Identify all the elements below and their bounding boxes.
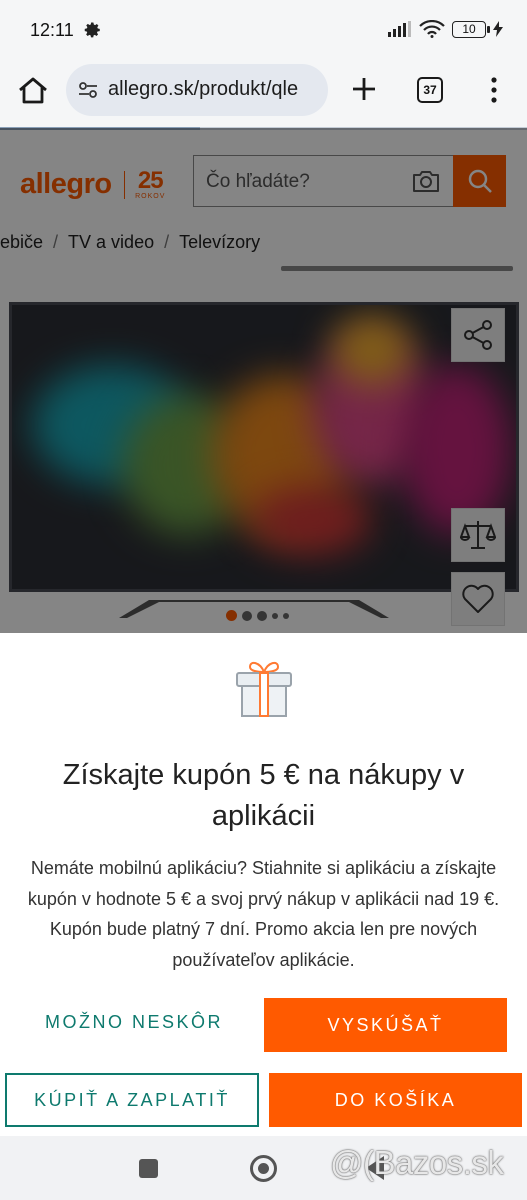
logo-years: 25 bbox=[137, 167, 164, 194]
site-settings-icon[interactable] bbox=[78, 80, 98, 100]
carousel-dot[interactable] bbox=[226, 610, 237, 621]
logo-wordmark: allegro bbox=[20, 168, 112, 200]
status-icons: 10 bbox=[388, 20, 503, 38]
carousel-dot[interactable] bbox=[283, 612, 289, 619]
url-text: allegro.sk/produkt/qle bbox=[108, 78, 299, 100]
image-carousel-dots[interactable] bbox=[226, 610, 289, 621]
status-bar: 12:11 10 bbox=[0, 0, 527, 62]
watermark: @(Bazos.sk bbox=[330, 1144, 504, 1181]
breadcrumb: ebiče / TV a video / Televízory bbox=[0, 232, 260, 253]
carousel-dot[interactable] bbox=[257, 610, 267, 621]
breadcrumb-item[interactable]: ebiče bbox=[0, 232, 43, 252]
tv-screen bbox=[9, 302, 519, 592]
search-placeholder: Čo hľadáte? bbox=[206, 171, 310, 192]
logo-divider bbox=[123, 170, 126, 199]
more-menu-icon[interactable] bbox=[482, 75, 506, 105]
carousel-dot[interactable] bbox=[272, 612, 278, 619]
app-promo-sheet: Získajte kupón 5 € na nákupy v aplikácii… bbox=[0, 633, 527, 1138]
system-nav-bar: @(Bazos.sk bbox=[0, 1136, 527, 1200]
browser-toolbar: allegro.sk/produkt/qle 37 bbox=[0, 62, 527, 128]
breadcrumb-separator: / bbox=[53, 232, 59, 252]
share-icon bbox=[464, 320, 492, 350]
add-to-cart-button[interactable]: DO KOŠÍKA bbox=[269, 1073, 522, 1127]
favorite-button[interactable] bbox=[451, 572, 505, 626]
carousel-dot[interactable] bbox=[242, 610, 252, 621]
logo-anniversary: 25 ROKOV bbox=[135, 167, 166, 201]
home-circle-icon[interactable] bbox=[250, 1155, 277, 1182]
charging-icon bbox=[493, 21, 503, 37]
search-field[interactable]: Čo hľadáte? bbox=[193, 155, 453, 207]
signal-icon bbox=[388, 21, 411, 37]
new-tab-icon[interactable] bbox=[349, 74, 379, 104]
try-app-button[interactable]: VYSKÚŠAŤ bbox=[264, 998, 507, 1052]
product-image[interactable] bbox=[9, 302, 519, 618]
home-icon[interactable] bbox=[16, 74, 50, 108]
battery-indicator: 10 bbox=[452, 20, 490, 38]
breadcrumb-scrollbar[interactable] bbox=[281, 266, 513, 271]
purchase-actions: KÚPIŤ A ZAPLATIŤ DO KOŠÍKA bbox=[0, 1072, 527, 1132]
share-button[interactable] bbox=[451, 308, 505, 362]
search-icon bbox=[468, 169, 492, 193]
breadcrumb-item[interactable]: Televízory bbox=[179, 232, 260, 252]
buy-and-pay-button[interactable]: KÚPIŤ A ZAPLATIŤ bbox=[5, 1073, 259, 1127]
breadcrumb-separator: / bbox=[164, 232, 170, 252]
settings-gear-icon bbox=[84, 22, 100, 38]
status-time: 12:11 bbox=[30, 20, 74, 40]
logo-years-label: ROKOV bbox=[135, 193, 166, 200]
compare-button[interactable] bbox=[451, 508, 505, 562]
heart-icon bbox=[462, 584, 494, 613]
gift-icon bbox=[236, 661, 292, 717]
breadcrumb-item[interactable]: TV a video bbox=[68, 232, 154, 252]
tab-switcher-button[interactable]: 37 bbox=[417, 77, 443, 103]
search-button[interactable] bbox=[453, 155, 506, 207]
recent-apps-icon[interactable] bbox=[139, 1159, 158, 1178]
promo-description: Nemáte mobilnú aplikáciu? Stiahnite si a… bbox=[27, 858, 500, 970]
scales-compare-icon bbox=[460, 521, 496, 549]
allegro-logo[interactable]: allegro 25 ROKOV bbox=[20, 168, 165, 201]
wifi-icon bbox=[419, 20, 445, 38]
promo-title: Získajte kupón 5 € na nákupy v aplikácii bbox=[62, 759, 465, 832]
address-bar[interactable]: allegro.sk/produkt/qle bbox=[66, 64, 328, 116]
camera-icon[interactable] bbox=[411, 169, 441, 193]
maybe-later-button[interactable]: MOŽNO NESKÔR bbox=[20, 995, 248, 1049]
product-page: allegro 25 ROKOV Čo hľadáte? ebiče / TV a … bbox=[0, 130, 527, 635]
